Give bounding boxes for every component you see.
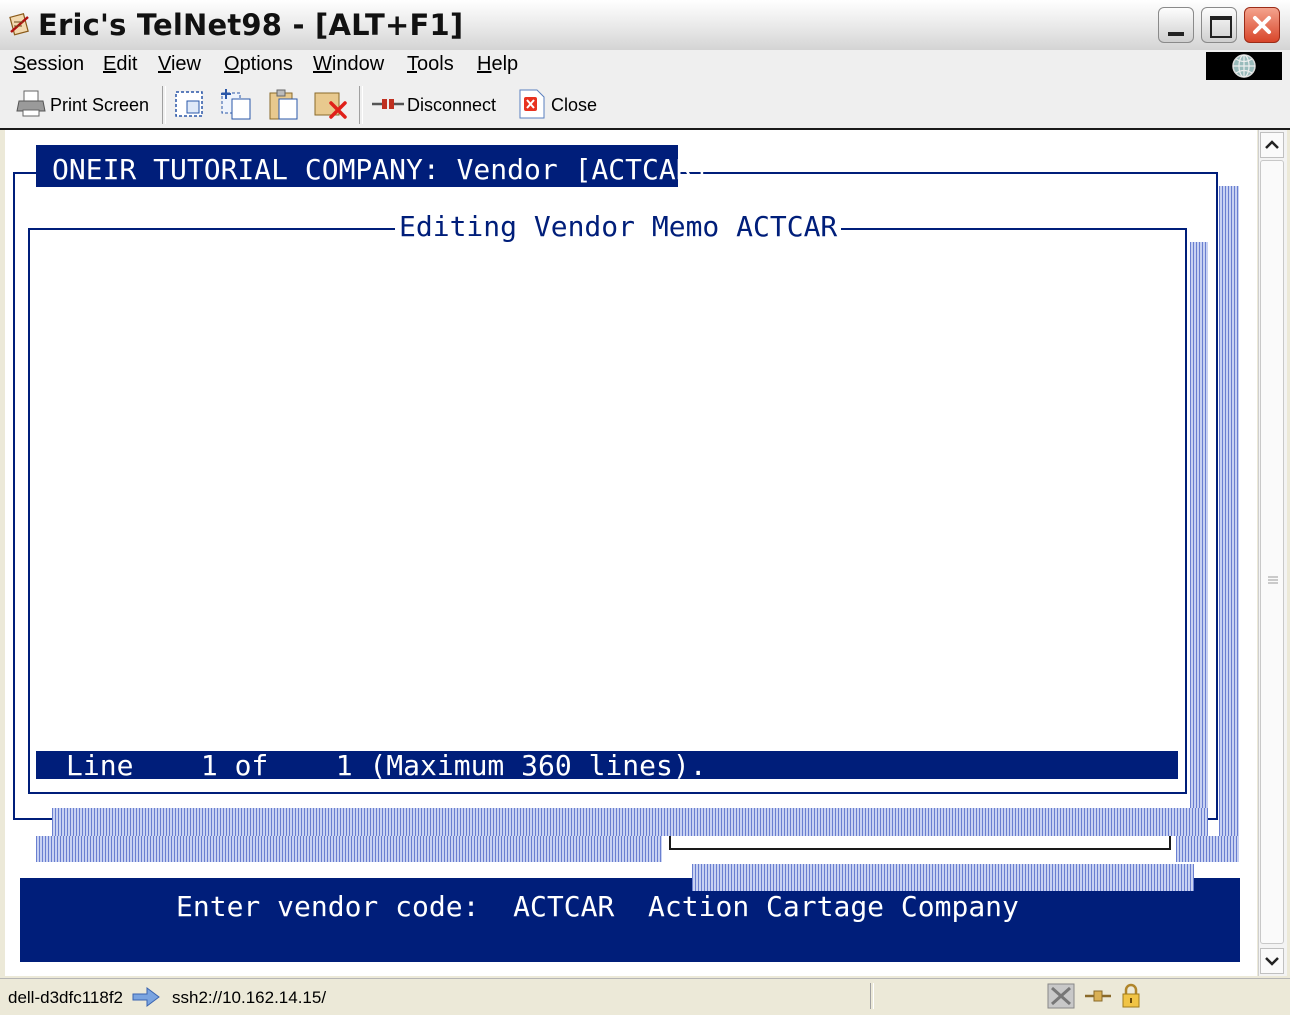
outer-frame-top-left xyxy=(13,172,37,174)
throbber xyxy=(1206,52,1282,80)
connection-plug-icon xyxy=(1085,990,1111,1002)
toolbar-separator xyxy=(162,86,166,124)
copy-icon[interactable] xyxy=(220,87,254,121)
clear-icon[interactable] xyxy=(313,87,349,121)
grip-icon xyxy=(1268,576,1278,584)
memo-frame-bottom xyxy=(28,792,1187,794)
close-icon xyxy=(1253,16,1271,34)
menu-options[interactable]: Options xyxy=(224,53,293,76)
outer-frame-bottom-left xyxy=(13,818,53,820)
vendor-code-prompt: Enter vendor code: ACTCAR Action Cartage… xyxy=(176,890,1019,923)
copy-screen-icon[interactable] xyxy=(173,87,207,121)
outer-shadow-bottom-right xyxy=(1176,836,1238,862)
input-field-box xyxy=(669,836,1171,850)
menu-edit[interactable]: Edit xyxy=(103,53,137,76)
printer-icon[interactable] xyxy=(16,88,48,120)
outer-shadow-bottom-left xyxy=(36,836,662,862)
arrow-right-icon xyxy=(132,987,160,1007)
menu-tools[interactable]: Tools xyxy=(407,53,454,76)
menu-window[interactable]: Window xyxy=(313,53,384,76)
memo-title: Editing Vendor Memo ACTCAR xyxy=(395,210,842,243)
menu-view[interactable]: View xyxy=(158,53,201,76)
menu-session[interactable]: Session xyxy=(13,53,84,76)
chevron-up-icon xyxy=(1265,140,1279,149)
memo-shadow-right xyxy=(1190,242,1208,808)
paste-icon[interactable] xyxy=(267,87,301,121)
chevron-down-icon xyxy=(1265,957,1279,966)
maximize-button[interactable] xyxy=(1201,7,1237,43)
window-title: Eric's TelNet98 - [ALT+F1] xyxy=(38,8,464,42)
disabled-x-icon xyxy=(1047,983,1075,1009)
host-name: dell-d3dfc118f2 xyxy=(8,988,123,1007)
memo-text-area[interactable] xyxy=(40,240,1180,745)
outer-frame-top-right xyxy=(677,172,1218,174)
lock-icon xyxy=(1122,983,1140,1008)
globe-icon xyxy=(1232,54,1256,78)
close-session-icon[interactable] xyxy=(518,88,546,120)
outer-frame-shadow-right xyxy=(1219,186,1239,862)
disconnect-button[interactable]: Disconnect xyxy=(407,95,496,116)
connection-address: ssh2://10.162.14.15/ xyxy=(172,988,327,1007)
outer-frame-left xyxy=(13,172,15,820)
input-field-shadow xyxy=(692,864,1194,891)
memo-frame-right xyxy=(1185,228,1187,794)
close-button[interactable]: Close xyxy=(551,95,597,116)
vendor-name: Action Cartage Company xyxy=(648,890,1019,923)
company-header: ONEIR TUTORIAL COMPANY: Vendor [ACTCAR] xyxy=(52,153,710,186)
memo-frame-left xyxy=(28,228,30,794)
vendor-code-field[interactable]: ACTCAR xyxy=(513,890,614,923)
disconnect-plug-icon[interactable] xyxy=(371,96,405,112)
minimize-button[interactable] xyxy=(1158,7,1194,43)
prompt-label: Enter vendor code: xyxy=(176,890,480,923)
telnet-app-icon xyxy=(9,13,29,36)
window-close-button[interactable] xyxy=(1244,7,1280,43)
toolbar-separator-2 xyxy=(359,86,363,124)
scroll-up-button[interactable] xyxy=(1260,132,1284,158)
memo-shadow-bottom xyxy=(52,808,1208,836)
print-screen-button[interactable]: Print Screen xyxy=(50,95,149,116)
menu-help[interactable]: Help xyxy=(477,53,518,76)
outer-frame-right xyxy=(1216,172,1218,820)
line-status-text: Line 1 of 1 (Maximum 360 lines). xyxy=(66,749,707,782)
status-separator xyxy=(870,983,874,1009)
scroll-down-button[interactable] xyxy=(1260,948,1284,974)
scroll-thumb[interactable] xyxy=(1260,160,1284,944)
